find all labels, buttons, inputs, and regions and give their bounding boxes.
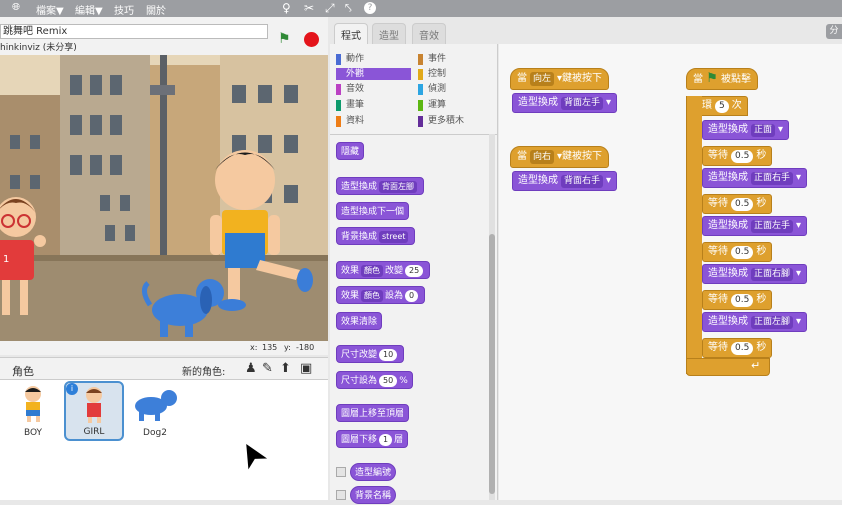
block-palette: 動作 外觀 音效 畫筆 資料 事件 控制 偵測 運算 更多積木 隱藏 造型換成背… bbox=[330, 44, 498, 504]
help-icon[interactable]: ? bbox=[364, 2, 376, 14]
boy-sprite-icon bbox=[25, 386, 41, 422]
delete-icon[interactable]: ✂ bbox=[304, 1, 314, 15]
backdrop-name-checkbox[interactable] bbox=[336, 490, 346, 500]
wait-block[interactable]: 等待 0.5 秒 bbox=[702, 194, 773, 214]
new-sprite-label: 新的角色: bbox=[182, 367, 226, 378]
palette-scrollbar[interactable] bbox=[489, 134, 495, 500]
x-label: x: bbox=[250, 343, 258, 352]
y-value: -180 bbox=[296, 343, 315, 352]
edit-menu[interactable]: 編輯▼ bbox=[75, 2, 103, 17]
paint-sprite-icon[interactable]: ✎ bbox=[262, 361, 273, 376]
wait-block[interactable]: 等待 0.5 秒 bbox=[702, 146, 773, 166]
grow-icon[interactable]: ⤢ bbox=[325, 1, 335, 16]
when-flag-clicked-hat[interactable]: 當 ⚑ 被點擊 bbox=[686, 68, 759, 90]
project-title-input[interactable]: 跳舞吧 Remix bbox=[0, 24, 268, 39]
block-next-costume[interactable]: 造型換成下一個 bbox=[336, 202, 410, 220]
editor-tabs: 程式 造型 音效 bbox=[330, 18, 842, 44]
girl-sprite-icon bbox=[86, 387, 102, 423]
green-flag-icon[interactable]: ⚑ bbox=[278, 31, 291, 47]
switch-costume-front-left-hand[interactable]: 造型換成 正面左手 ▾ bbox=[702, 216, 808, 236]
palette-scroll-thumb[interactable] bbox=[489, 234, 495, 494]
category-looks[interactable]: 外觀 bbox=[336, 68, 411, 80]
x-value: 135 bbox=[262, 343, 278, 352]
sprites-header: 角色 新的角色: ♟ ✎ ⬆ ▣ bbox=[0, 358, 328, 380]
duplicate-icon[interactable]: ♀ bbox=[282, 1, 291, 15]
when-key-left-hat[interactable]: 當向左 ▾鍵被按下 bbox=[510, 68, 610, 90]
switch-costume-front-left-foot[interactable]: 造型換成 正面左腳 ▾ bbox=[702, 312, 808, 332]
upload-sprite-icon[interactable]: ⬆ bbox=[280, 361, 291, 376]
block-clear-effects[interactable]: 效果清除 bbox=[336, 312, 383, 330]
block-set-size[interactable]: 尺寸設為 50% bbox=[336, 371, 413, 389]
sprite-thumb-boy[interactable]: BOY bbox=[4, 382, 62, 440]
palette-divider bbox=[330, 134, 498, 135]
wait-block[interactable]: 等待 0.5 秒 bbox=[702, 338, 773, 358]
category-more-blocks[interactable]: 更多積木 bbox=[418, 115, 493, 127]
stage[interactable]: 1 bbox=[0, 55, 328, 341]
reporter-costume-number[interactable]: 造型編號 bbox=[350, 463, 397, 481]
camera-icon[interactable]: ▣ bbox=[300, 361, 312, 376]
tab-sounds[interactable]: 音效 bbox=[412, 23, 446, 44]
block-go-front[interactable]: 圖層上移至頂層 bbox=[336, 404, 410, 422]
dog-sprite-icon bbox=[135, 390, 177, 421]
file-menu[interactable]: 檔案▼ bbox=[36, 2, 64, 17]
category-events[interactable]: 事件 bbox=[418, 53, 493, 65]
sprites-title: 角色 bbox=[12, 365, 34, 378]
menu-bar: 🌐︎ 檔案▼ 編輯▼ 技巧 關於 ♀ ✂ ⤢ ⤣ ? bbox=[0, 0, 842, 17]
sprite-name: BOY bbox=[23, 428, 43, 438]
divider-button[interactable]: 分 bbox=[826, 24, 842, 39]
tab-costumes[interactable]: 造型 bbox=[372, 23, 406, 44]
block-set-effect[interactable]: 效果 顏色 設為 0 bbox=[336, 286, 426, 304]
wait-block[interactable]: 等待 0.5 秒 bbox=[702, 242, 773, 262]
block-switch-backdrop[interactable]: 背景換成 street bbox=[336, 227, 416, 245]
sprite-name: Dog2 bbox=[143, 428, 167, 438]
y-label: y: bbox=[284, 343, 291, 352]
repeat-block-end: ↵ bbox=[686, 358, 770, 376]
sprite-thumb-dog2[interactable]: Dog2 bbox=[126, 382, 184, 440]
stage-scene: 1 bbox=[0, 55, 328, 341]
wait-block[interactable]: 等待 0.5 秒 bbox=[702, 290, 773, 310]
girl-shirt-number: 1 bbox=[3, 254, 9, 265]
when-key-right-hat[interactable]: 當向右 ▾鍵被按下 bbox=[510, 146, 610, 168]
about-menu[interactable]: 關於 bbox=[146, 2, 166, 17]
category-data[interactable]: 資料 bbox=[336, 115, 411, 127]
sprite-name: GIRL bbox=[83, 427, 105, 437]
coords-bar: x: 135 y: -180 bbox=[0, 341, 328, 355]
switch-costume-back-right[interactable]: 造型換成 背面右手 ▾ bbox=[512, 171, 618, 191]
switch-costume-back-left[interactable]: 造型換成 背面左手 ▾ bbox=[512, 93, 618, 113]
category-operators[interactable]: 運算 bbox=[418, 99, 493, 111]
repeat-block-arm bbox=[686, 96, 702, 374]
stop-icon[interactable] bbox=[304, 32, 319, 47]
block-hide[interactable]: 隱藏 bbox=[336, 142, 365, 160]
category-sound[interactable]: 音效 bbox=[336, 83, 411, 95]
globe-icon[interactable]: 🌐︎ bbox=[12, 2, 20, 13]
category-pen[interactable]: 畫筆 bbox=[336, 99, 411, 111]
switch-costume-front[interactable]: 造型換成 正面 ▾ bbox=[702, 120, 790, 140]
info-icon[interactable]: i bbox=[66, 383, 78, 395]
block-switch-costume[interactable]: 造型換成 背面左腳 bbox=[336, 177, 425, 195]
loop-arrow-icon: ↵ bbox=[751, 359, 761, 372]
category-sensing[interactable]: 偵測 bbox=[418, 83, 493, 95]
tab-scripts[interactable]: 程式 bbox=[334, 23, 368, 44]
green-flag-icon: ⚑ bbox=[706, 71, 718, 86]
tips-menu[interactable]: 技巧 bbox=[114, 2, 134, 17]
choose-sprite-icon[interactable]: ♟ bbox=[245, 361, 257, 376]
category-motion[interactable]: 動作 bbox=[336, 53, 411, 65]
block-go-back[interactable]: 圖層下移 1 層 bbox=[336, 430, 409, 448]
sprite-thumb-girl[interactable]: i GIRL bbox=[64, 381, 124, 441]
shrink-icon[interactable]: ⤣ bbox=[345, 1, 352, 16]
block-change-size[interactable]: 尺寸改變 10 bbox=[336, 345, 405, 363]
switch-costume-front-right-hand[interactable]: 造型換成 正面右手 ▾ bbox=[702, 168, 808, 188]
block-change-effect[interactable]: 效果 顏色 改變 25 bbox=[336, 261, 431, 279]
category-control[interactable]: 控制 bbox=[418, 68, 493, 80]
costume-number-checkbox[interactable] bbox=[336, 467, 346, 477]
sprites-panel: 角色 新的角色: ♟ ✎ ⬆ ▣ BOY i GIRL Dog2 bbox=[0, 357, 328, 500]
project-author: hinkinviz (未分享) bbox=[0, 43, 77, 53]
switch-costume-front-right-foot[interactable]: 造型換成 正面右腳 ▾ bbox=[702, 264, 808, 284]
reporter-backdrop-name[interactable]: 背景名稱 bbox=[350, 486, 397, 504]
